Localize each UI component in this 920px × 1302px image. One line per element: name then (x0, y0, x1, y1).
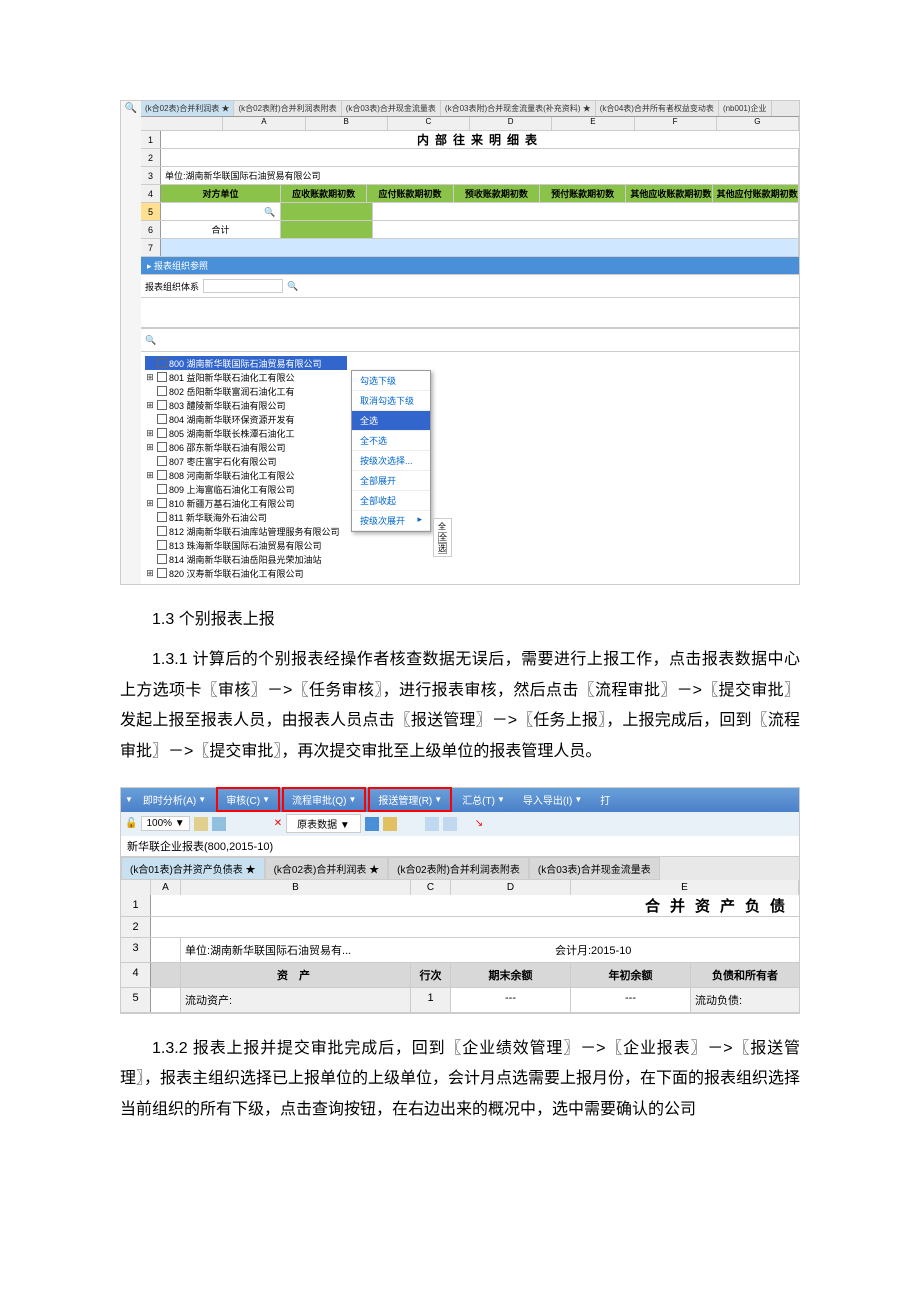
menu-select-none[interactable]: 全不选 (352, 431, 430, 451)
icon-1[interactable] (194, 817, 208, 831)
search-icon[interactable]: 🔍 (125, 103, 137, 114)
import-export-button[interactable]: 导入导出(I) ▼ (515, 789, 590, 810)
tree-item[interactable]: 813 珠海新华联国际石油贸易有限公司 (145, 538, 347, 552)
unit-label: 单位:湖南新华联国际石油贸易有限公司 (161, 167, 799, 184)
tree-item[interactable]: 812 湖南新华联石油库站管理服务有限公司 (145, 524, 347, 538)
org-tree[interactable]: 800 湖南新华联国际石油贸易有限公司 ⊞801 益阳新华联石油化工有限公 80… (141, 352, 351, 584)
icon-3[interactable] (383, 817, 397, 831)
tree-item[interactable]: 807 枣庄富宇石化有限公司 (145, 454, 347, 468)
unit-label-2: 单位:湖南新华联国际石油贸易有... (181, 938, 551, 962)
org-system-label: 报表组织体系 (145, 280, 199, 293)
tab-profit-appendix[interactable]: (k合02表附)合并利润表附表 (388, 857, 529, 880)
data-type-select[interactable]: 原表数据 ▼ (286, 814, 361, 833)
hdr-liability: 负债和所有者 (691, 963, 799, 987)
paragraph-2: 1.3.2 报表上报并提交审批完成后，回到〖企业绩效管理〗－>〖企业报表〗－>〖… (120, 1034, 800, 1125)
hdr-asset: 资 产 (181, 963, 411, 987)
tree-item[interactable]: 811 新华联海外石油公司 (145, 510, 347, 524)
screenshot-org-tree: 🔍 (k合02表)合并利润表 ★ (k合02表附)合并利润表附表 (k合03表)… (120, 100, 800, 585)
tree-item[interactable]: ⊞806 邵东新华联石油有限公司 (145, 440, 347, 454)
print-button[interactable]: 打 (592, 789, 618, 810)
arrow-icon[interactable]: ↘ (475, 818, 483, 829)
tab-balance[interactable]: (k合01表)合并资产负债表 ★ (121, 857, 265, 880)
icon-2[interactable] (212, 817, 226, 831)
sheet-title: 内部往来明细表 (161, 131, 799, 148)
paragraph-1: 1.3.1 计算后的个别报表经操作者核查数据无误后，需要进行上报工作，点击报表数… (120, 645, 800, 767)
process-button[interactable]: 流程审批(Q) ▼ (282, 787, 366, 812)
edit-icon[interactable] (365, 817, 379, 831)
org-system-input[interactable] (203, 279, 283, 293)
input-cell[interactable]: 🔍 (161, 203, 281, 220)
col-headers: A B C D E F G (141, 117, 799, 131)
menu-check-sub[interactable]: 勾选下级 (352, 371, 430, 391)
hdr-advance-rec: 预收账款期初数 (454, 185, 540, 202)
hdr-line: 行次 (411, 963, 451, 987)
tree-item[interactable]: ⊞820 汉寿新华联石油化工有限公司 (145, 566, 347, 580)
sheet-tabs: (k合02表)合并利润表 ★ (k合02表附)合并利润表附表 (k合03表)合并… (141, 101, 799, 117)
hdr-other-pay: 其他应付账款期初数 (713, 185, 799, 202)
tab-profit-appendix[interactable]: (k合02表附)合并利润表附表 (234, 101, 341, 116)
zoom-select[interactable]: 100% ▼ (141, 816, 189, 831)
menu-expand-by-level[interactable]: 按级次展开 ▸ (352, 511, 430, 531)
breadcrumb: 新华联企业报表(800,2015-10) (121, 836, 799, 857)
screenshot-toolbar: ▼ 即时分析(A) ▼ 审核(C) ▼ 流程审批(Q) ▼ 报送管理(R) ▼ … (120, 787, 800, 1014)
tab-cashflow[interactable]: (k合03表)合并现金流量表 (529, 857, 660, 880)
secondary-toolbar: 🔓 100% ▼ ✕ 原表数据 ▼ ↘ (121, 812, 799, 836)
menu-by-level[interactable]: 按级次选择... (352, 451, 430, 471)
tree-item[interactable]: ⊞810 新疆万基石油化工有限公司 (145, 496, 347, 510)
hdr-receivable: 应收账款期初数 (281, 185, 367, 202)
tree-item[interactable]: 800 湖南新华联国际石油贸易有限公司 (145, 356, 347, 370)
submenu-hint: 全全选 (433, 518, 452, 557)
tree-item[interactable]: 809 上海富临石油化工有限公司 (145, 482, 347, 496)
menu-uncheck-sub[interactable]: 取消勾选下级 (352, 391, 430, 411)
hdr-end-balance: 期末余额 (451, 963, 571, 987)
tab-profit[interactable]: (k合02表)合并利润表 ★ (265, 857, 389, 880)
close-icon[interactable]: ✕ (274, 818, 282, 829)
report-button[interactable]: 报送管理(R) ▼ (368, 787, 452, 812)
tab-profit[interactable]: (k合02表)合并利润表 ★ (141, 101, 234, 116)
lookup-icon[interactable]: 🔍 (264, 203, 276, 220)
total-label: 合计 (161, 221, 281, 238)
audit-button[interactable]: 审核(C) ▼ (216, 787, 280, 812)
hdr-counterparty: 对方单位 (161, 185, 281, 202)
tree-item[interactable]: ⊞801 益阳新华联石油化工有限公 (145, 370, 347, 384)
section-heading: 1.3 个别报表上报 (120, 605, 800, 635)
tree-item[interactable]: 802 岳阳新华联富润石油化工有 (145, 384, 347, 398)
main-toolbar: ▼ 即时分析(A) ▼ 审核(C) ▼ 流程审批(Q) ▼ 报送管理(R) ▼ … (121, 788, 799, 812)
sheet-tabs-2: (k合01表)合并资产负债表 ★ (k合02表)合并利润表 ★ (k合02表附)… (121, 857, 799, 880)
hdr-begin-balance: 年初余额 (571, 963, 691, 987)
sheet-title-2: 合并资产负债 (151, 895, 799, 916)
menu-expand-all[interactable]: 全部展开 (352, 471, 430, 491)
tree-item[interactable]: 804 湖南新华联环保资源开发有 (145, 412, 347, 426)
tree-item[interactable]: ⊞803 醴陵新华联石油有限公司 (145, 398, 347, 412)
hdr-prepaid: 预付账款期初数 (540, 185, 626, 202)
summary-button[interactable]: 汇总(T) ▼ (454, 789, 513, 810)
left-gutter: 🔍 (121, 101, 141, 584)
tab-equity[interactable]: (k合04表)合并所有者权益变动表 (596, 101, 719, 116)
row-current-assets: 流动资产: (181, 988, 411, 1012)
menu-select-all[interactable]: 全选 (352, 411, 430, 431)
search-icon[interactable]: 🔍 (145, 335, 156, 346)
context-menu: 勾选下级 取消勾选下级 全选 全不选 按级次选择... 全部展开 全部收起 按级… (351, 370, 431, 532)
icon-5[interactable] (443, 817, 457, 831)
tab-cashflow[interactable]: (k合03表)合并现金流量表 (342, 101, 441, 116)
tab-cashflow-supp[interactable]: (k合03表附)合并现金流量表(补充资料) ★ (441, 101, 596, 116)
analysis-button[interactable]: 即时分析(A) ▼ (135, 789, 214, 810)
tab-enterprise[interactable]: (nb001)企业 (719, 101, 772, 116)
row-current-liab: 流动负债: (691, 988, 799, 1012)
month-label: 会计月:2015-10 (551, 938, 799, 962)
tree-item[interactable]: ⊞808 河南新华联石油化工有限公 (145, 468, 347, 482)
lock-icon: 🔓 (125, 818, 137, 829)
menu-collapse-all[interactable]: 全部收起 (352, 491, 430, 511)
icon-4[interactable] (425, 817, 439, 831)
org-panel-header: ▸ 报表组织参照 (141, 257, 799, 275)
hdr-payable: 应付账款期初数 (367, 185, 453, 202)
tree-item[interactable]: ⊞805 湖南新华联长株潭石油化工 (145, 426, 347, 440)
hdr-other-rec: 其他应收账款期初数 (626, 185, 712, 202)
search-icon[interactable]: 🔍 (287, 281, 298, 292)
tree-item[interactable]: 814 湖南新华联石油岳阳县光荣加油站 (145, 552, 347, 566)
